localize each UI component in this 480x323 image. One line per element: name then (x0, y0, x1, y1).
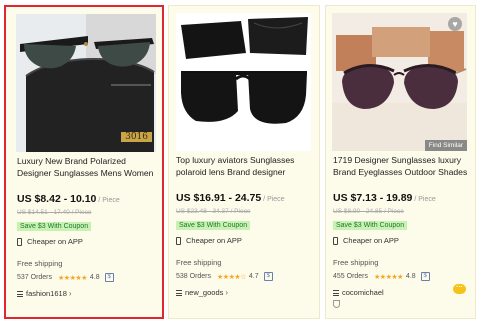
store-link[interactable]: cocomichael (333, 288, 384, 297)
product-card-3[interactable]: ♥ Find Similar 1719 Designer Sunglasses … (325, 5, 476, 319)
star-icon: ★★★★★ (374, 273, 403, 281)
original-price: US $8.90 - 24.85 / Piece (333, 208, 404, 215)
app-price-note: Cheaper on APP (17, 237, 83, 246)
shield-icon (333, 300, 340, 308)
star-icon: ★★★★★ (58, 274, 87, 282)
orders-rating: 537 Orders ★★★★★ 4.8 $ (17, 273, 114, 282)
product-card-2[interactable]: Top luxury aviators Sunglasses polaroid … (168, 5, 320, 319)
phone-icon (333, 236, 338, 245)
phone-icon (176, 236, 181, 245)
rating-value: 4.7 (248, 273, 259, 280)
dollar-badge-icon: $ (263, 272, 273, 281)
shipping-info: Free shipping (17, 259, 63, 268)
rating-value: 4.8 (405, 273, 416, 280)
product-image-1[interactable]: 3016 (16, 14, 156, 152)
store-menu-icon (176, 289, 182, 296)
sunglasses-cateye-image (332, 13, 467, 151)
product-image-3[interactable]: ♥ Find Similar (332, 13, 467, 151)
orders-rating: 455 Orders ★★★★★ 4.8 $ (333, 272, 430, 281)
product-title[interactable]: Top luxury aviators Sunglasses polaroid … (176, 154, 316, 178)
dollar-badge-icon: $ (420, 272, 430, 281)
store-menu-icon (333, 289, 339, 296)
original-price: US $23.48 - 34.37 / Piece (176, 208, 251, 215)
product-card-1[interactable]: 3016 Luxury New Brand Polarized Designer… (4, 5, 164, 319)
store-link[interactable]: new_goods › (176, 288, 228, 297)
shipping-info: Free shipping (333, 258, 379, 267)
app-price-note: Cheaper on APP (333, 236, 399, 245)
product-image-2[interactable] (176, 13, 311, 151)
model-number-label: 3016 (121, 132, 152, 142)
app-price-note: Cheaper on APP (176, 236, 242, 245)
coupon-badge[interactable]: Save $3 With Coupon (17, 222, 92, 231)
product-price: US $7.13 - 19.89 / Piece (333, 192, 436, 204)
product-title[interactable]: Luxury New Brand Polarized Designer Sung… (17, 155, 159, 179)
chevron-right-icon: › (68, 289, 72, 298)
chevron-right-icon: › (225, 288, 229, 297)
star-icon: ★★★★☆ (217, 273, 246, 281)
sunglasses-oversized-image (176, 13, 311, 151)
original-price: US $14.51 - 17.40 / Piece (17, 209, 92, 216)
store-menu-icon (17, 290, 23, 297)
rating-value: 4.8 (89, 274, 100, 281)
chat-icon[interactable]: ··· (453, 284, 466, 294)
product-title[interactable]: 1719 Designer Sunglasses luxury Brand Ey… (333, 154, 473, 178)
shipping-info: Free shipping (176, 258, 222, 267)
coupon-badge[interactable]: Save $3 With Coupon (333, 221, 408, 230)
product-price: US $16.91 - 24.75 / Piece (176, 192, 285, 204)
dollar-badge-icon: $ (104, 273, 114, 282)
product-price: US $8.42 - 10.10 / Piece (17, 193, 120, 205)
phone-icon (17, 237, 22, 246)
orders-rating: 538 Orders ★★★★☆ 4.7 $ (176, 272, 273, 281)
store-link[interactable]: fashion1618 › (17, 289, 72, 298)
heart-icon[interactable]: ♥ (448, 17, 462, 31)
coupon-badge[interactable]: Save $3 With Coupon (176, 221, 251, 230)
find-similar-button[interactable]: Find Similar (424, 140, 467, 151)
